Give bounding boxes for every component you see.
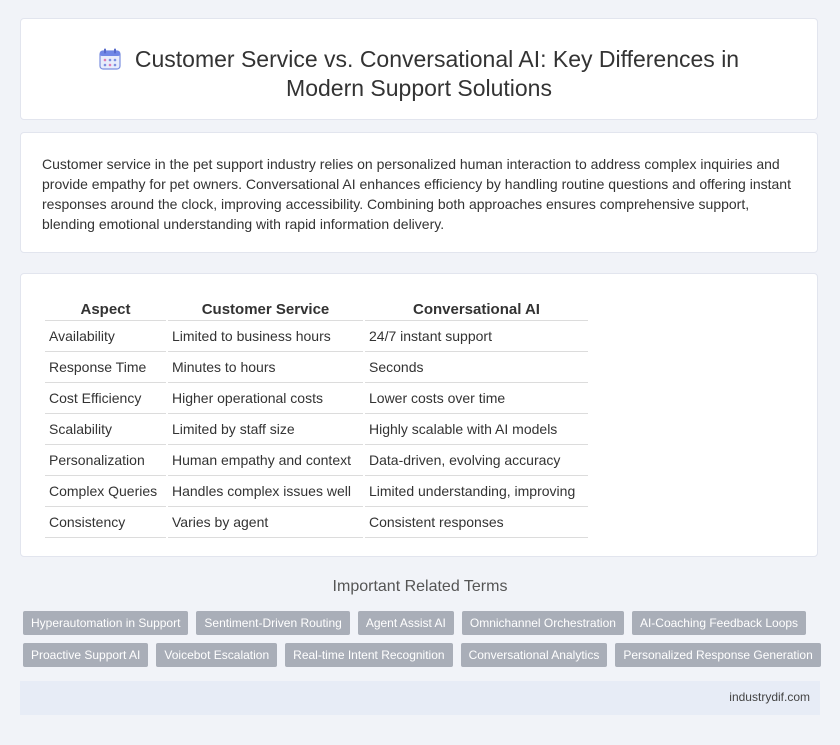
related-terms-list: Hyperautomation in Support Sentiment-Dri… — [23, 611, 823, 667]
table-row: Availability Limited to business hours 2… — [45, 321, 588, 352]
cell-conversational-ai: Lower costs over time — [365, 383, 588, 414]
related-term-tag[interactable]: Omnichannel Orchestration — [461, 611, 624, 635]
cell-conversational-ai: Consistent responses — [365, 507, 588, 538]
comparison-card: Aspect Customer Service Conversational A… — [20, 273, 818, 557]
cell-conversational-ai: Seconds — [365, 352, 588, 383]
comparison-table: Aspect Customer Service Conversational A… — [43, 296, 590, 538]
cell-customer-service: Handles complex issues well — [168, 476, 363, 507]
header-conversational-ai: Conversational AI — [365, 296, 588, 321]
table-header-row: Aspect Customer Service Conversational A… — [45, 296, 588, 321]
footer: industrydif.com — [20, 681, 820, 715]
page-title-wrap: Customer Service vs. Conversational AI: … — [21, 45, 817, 103]
related-term-tag[interactable]: Conversational Analytics — [460, 643, 608, 667]
related-term-tag[interactable]: AI-Coaching Feedback Loops — [631, 611, 807, 635]
cell-customer-service: Limited to business hours — [168, 321, 363, 352]
footer-site-link[interactable]: industrydif.com — [729, 690, 810, 704]
cell-conversational-ai: Data-driven, evolving accuracy — [365, 445, 588, 476]
cell-customer-service: Minutes to hours — [168, 352, 363, 383]
cell-conversational-ai: Highly scalable with AI models — [365, 414, 588, 445]
related-term-tag[interactable]: Proactive Support AI — [23, 643, 149, 667]
related-term-tag[interactable]: Personalized Response Generation — [615, 643, 821, 667]
related-term-tag[interactable]: Hyperautomation in Support — [23, 611, 189, 635]
header-customer-service: Customer Service — [168, 296, 363, 321]
table-row: Personalization Human empathy and contex… — [45, 445, 588, 476]
header-aspect: Aspect — [45, 296, 166, 321]
cell-customer-service: Human empathy and context — [168, 445, 363, 476]
related-terms-title: Important Related Terms — [332, 578, 508, 595]
table-row: Cost Efficiency Higher operational costs… — [45, 383, 588, 414]
cell-customer-service: Varies by agent — [168, 507, 363, 538]
intro-card: Customer service in the pet support indu… — [20, 132, 818, 253]
related-term-tag[interactable]: Agent Assist AI — [357, 611, 454, 635]
related-term-tag[interactable]: Real-time Intent Recognition — [285, 643, 453, 667]
page-title: Customer Service vs. Conversational AI: … — [134, 46, 740, 101]
table-row: Response Time Minutes to hours Seconds — [45, 352, 588, 383]
cell-conversational-ai: Limited understanding, improving — [365, 476, 588, 507]
cell-aspect: Consistency — [45, 507, 166, 538]
cell-aspect: Response Time — [45, 352, 166, 383]
intro-text: Customer service in the pet support indu… — [42, 156, 791, 232]
related-term-tag[interactable]: Sentiment-Driven Routing — [196, 611, 350, 635]
related-term-tag[interactable]: Voicebot Escalation — [156, 643, 278, 667]
cell-aspect: Personalization — [45, 445, 166, 476]
cell-aspect: Complex Queries — [45, 476, 166, 507]
title-card: Customer Service vs. Conversational AI: … — [20, 18, 818, 120]
table-row: Scalability Limited by staff size Highly… — [45, 414, 588, 445]
cell-conversational-ai: 24/7 instant support — [365, 321, 588, 352]
calendar-icon — [99, 48, 121, 70]
cell-customer-service: Higher operational costs — [168, 383, 363, 414]
cell-customer-service: Limited by staff size — [168, 414, 363, 445]
cell-aspect: Cost Efficiency — [45, 383, 166, 414]
cell-aspect: Availability — [45, 321, 166, 352]
cell-aspect: Scalability — [45, 414, 166, 445]
table-row: Complex Queries Handles complex issues w… — [45, 476, 588, 507]
table-row: Consistency Varies by agent Consistent r… — [45, 507, 588, 538]
